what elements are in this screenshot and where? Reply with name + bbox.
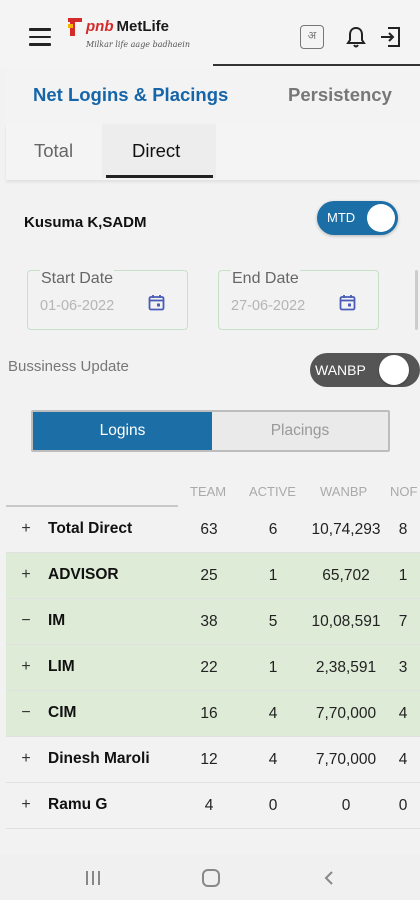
team-value: 38 xyxy=(200,613,218,630)
team-value: 16 xyxy=(200,705,218,722)
team-value: 25 xyxy=(200,567,218,584)
wanbp-toggle-label: WANBP xyxy=(315,362,366,378)
end-date-value: 27-06-2022 xyxy=(231,298,306,314)
home-icon[interactable] xyxy=(202,869,220,887)
app-header: pnb MetLife Milkar life aage badhaein अ xyxy=(0,0,420,68)
system-nav-bar xyxy=(0,855,420,900)
start-date-field[interactable]: Start Date 01-06-2022 xyxy=(27,270,188,330)
row-name: LIM xyxy=(48,658,75,675)
team-value: 4 xyxy=(204,797,214,814)
row-name: ADVISOR xyxy=(48,566,119,583)
active-value: 4 xyxy=(268,705,278,722)
logout-icon[interactable] xyxy=(378,24,404,50)
sub-tab-indicator xyxy=(106,175,213,178)
active-value: 6 xyxy=(268,521,278,538)
logo-tagline: Milkar life aage badhaein xyxy=(86,40,190,49)
team-value: 22 xyxy=(200,659,218,676)
table-row[interactable]: + Total Direct 63 6 10,74,293 8 xyxy=(6,507,420,553)
logo-mark-icon xyxy=(68,18,82,36)
wanbp-value: 2,38,591 xyxy=(315,659,377,676)
expand-icon[interactable]: + xyxy=(18,566,34,584)
collapse-icon[interactable]: − xyxy=(18,612,34,630)
pnb-metlife-logo: pnb MetLife Milkar life aage badhaein xyxy=(66,14,196,58)
nop-value: 3 xyxy=(398,659,408,676)
tab-total[interactable]: Total xyxy=(34,140,73,162)
menu-icon[interactable] xyxy=(29,28,51,46)
row-name: CIM xyxy=(48,704,77,721)
table-row[interactable]: + ADVISOR 25 1 65,702 1 xyxy=(6,553,420,599)
wanbp-value: 7,70,000 xyxy=(315,705,377,722)
mtd-toggle[interactable]: MTD xyxy=(317,201,398,235)
expand-icon[interactable]: + xyxy=(18,750,34,768)
row-name: Ramu G xyxy=(48,796,108,813)
business-update-label: Bussiness Update xyxy=(8,358,129,375)
active-value: 0 xyxy=(268,797,278,814)
scroll-edge xyxy=(415,270,418,330)
wanbp-value: 7,70,000 xyxy=(315,751,377,768)
nop-value: 0 xyxy=(398,797,408,814)
toggle-knob xyxy=(379,355,409,385)
end-date-label: End Date xyxy=(231,270,300,288)
column-header-active: ACTIVE xyxy=(249,484,296,499)
sub-tabs: Total Direct xyxy=(6,124,420,180)
active-value: 4 xyxy=(268,751,278,768)
logo-text: pnb MetLife xyxy=(86,18,169,35)
header-underline xyxy=(213,64,420,66)
tab-persistency[interactable]: Persistency xyxy=(288,84,392,106)
expand-icon[interactable]: + xyxy=(18,796,34,814)
expand-icon[interactable]: + xyxy=(18,520,34,538)
user-name: Kusuma K,SADM xyxy=(24,214,147,231)
recents-icon[interactable] xyxy=(86,871,102,885)
table-row[interactable]: + LIM 22 1 2,38,591 3 xyxy=(6,645,420,691)
wanbp-value: 10,74,293 xyxy=(311,521,381,538)
wanbp-toggle[interactable]: WANBP xyxy=(310,353,420,387)
calendar-icon[interactable] xyxy=(148,294,165,311)
tab-direct[interactable]: Direct xyxy=(132,140,180,162)
logins-placings-segment: Logins Placings xyxy=(31,410,390,452)
logins-button[interactable]: Logins xyxy=(33,412,212,450)
wanbp-value: 0 xyxy=(341,797,351,814)
team-value: 12 xyxy=(200,751,218,768)
tab-net-logins-placings[interactable]: Net Logins & Placings xyxy=(33,84,228,106)
mtd-toggle-label: MTD xyxy=(327,210,356,225)
row-name: IM xyxy=(48,612,66,629)
active-value: 1 xyxy=(268,659,278,676)
toggle-knob xyxy=(367,204,395,232)
active-value: 5 xyxy=(268,613,278,630)
placings-button[interactable]: Placings xyxy=(212,412,388,450)
column-header-wanbp: WANBP xyxy=(320,484,368,499)
wanbp-value: 10,08,591 xyxy=(311,613,381,630)
table-row[interactable]: − IM 38 5 10,08,591 7 xyxy=(6,599,420,645)
start-date-label: Start Date xyxy=(40,270,115,288)
main-tabs: Net Logins & Placings Persistency xyxy=(6,68,420,126)
active-value: 1 xyxy=(268,567,278,584)
back-icon[interactable] xyxy=(322,870,336,886)
nop-value: 7 xyxy=(398,613,408,630)
collapse-icon[interactable]: − xyxy=(18,704,34,722)
row-name: Dinesh Maroli xyxy=(48,750,150,767)
bell-icon[interactable] xyxy=(343,24,369,50)
table-row[interactable]: − CIM 16 4 7,70,000 4 xyxy=(6,691,420,737)
nop-value: 4 xyxy=(398,751,408,768)
nop-value: 8 xyxy=(398,521,408,538)
end-date-field[interactable]: End Date 27-06-2022 xyxy=(218,270,379,330)
nop-value: 4 xyxy=(398,705,408,722)
start-date-value: 01-06-2022 xyxy=(40,298,115,314)
column-header-nop: NOF xyxy=(390,484,418,499)
expand-icon[interactable]: + xyxy=(18,658,34,676)
wanbp-value: 65,702 xyxy=(322,567,370,584)
table-row[interactable]: + Ramu G 4 0 0 0 xyxy=(6,783,420,829)
table-row[interactable]: + Dinesh Maroli 12 4 7,70,000 4 xyxy=(6,737,420,783)
calendar-icon[interactable] xyxy=(339,294,356,311)
column-header-team: TEAM xyxy=(190,484,227,499)
row-name: Total Direct xyxy=(48,520,133,537)
team-value: 63 xyxy=(200,521,218,538)
nop-value: 1 xyxy=(398,567,408,584)
language-icon[interactable]: अ xyxy=(300,25,324,49)
